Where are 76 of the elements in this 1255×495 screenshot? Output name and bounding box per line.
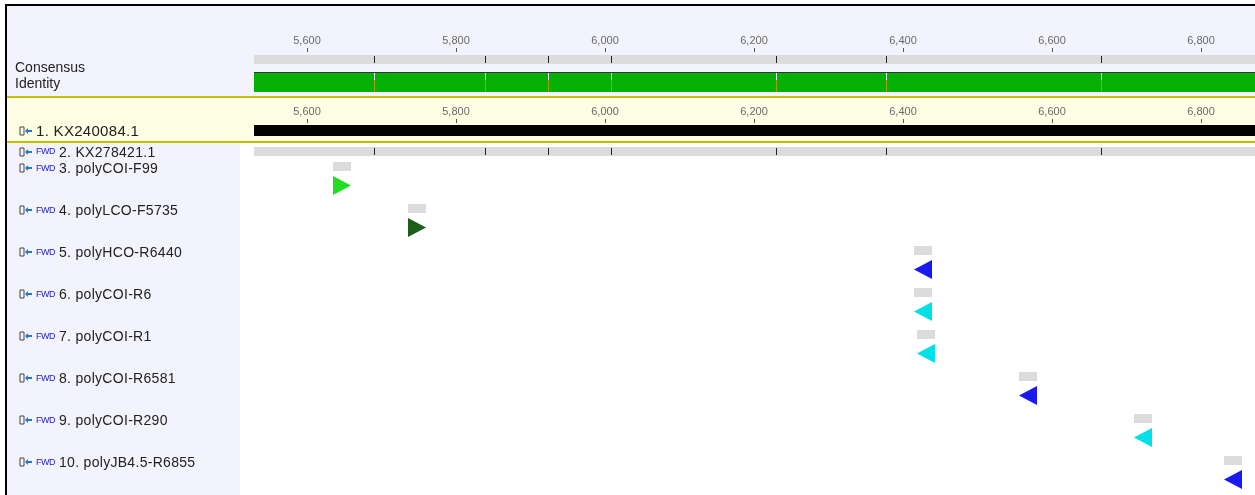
ruler-label: 6,800 xyxy=(1187,106,1215,117)
sequence-row[interactable]: FWD 5. polyHCO-R6440 xyxy=(7,244,1255,286)
sequence-name[interactable]: 6. polyCOI-R6 xyxy=(59,287,152,301)
direction-tag: FWD xyxy=(36,289,55,299)
ruler-tick xyxy=(456,48,457,52)
ruler-tick xyxy=(754,48,755,52)
ruler-label: 5,800 xyxy=(442,35,470,46)
sequence-name[interactable]: 1. KX240084.1 xyxy=(36,123,140,138)
primer-bar xyxy=(914,246,932,255)
direction-tag: FWD xyxy=(36,163,55,173)
direction-tag: FWD xyxy=(36,247,55,257)
ruler-label: 6,200 xyxy=(740,35,768,46)
ruler-label: 6,600 xyxy=(1038,106,1066,117)
ruler-label: 6,600 xyxy=(1038,35,1066,46)
sequence-icon xyxy=(19,289,33,299)
primer-bar xyxy=(1019,372,1037,381)
ruler-tick xyxy=(1201,119,1202,123)
primer-bar xyxy=(333,162,351,171)
ruler-label: 6,400 xyxy=(889,106,917,117)
direction-tag: FWD xyxy=(36,457,55,467)
ruler-tick xyxy=(1201,48,1202,52)
ruler-tick xyxy=(456,119,457,123)
sequence-icon xyxy=(19,457,33,467)
ruler-label: 5,600 xyxy=(293,106,321,117)
sequence-row[interactable]: FWD 6. polyCOI-R6 xyxy=(7,286,1255,328)
sequence-row[interactable]: FWD 7. polyCOI-R1 xyxy=(7,328,1255,370)
primer-bar xyxy=(917,330,935,339)
sequence-name[interactable]: 3. polyCOI-F99 xyxy=(59,161,159,175)
sequence-icon xyxy=(19,205,33,215)
sequence-name[interactable]: 7. polyCOI-R1 xyxy=(59,329,152,343)
sequence-row[interactable]: FWD 10. polyJB4.5-R6855 xyxy=(7,454,1255,495)
ruler-tick xyxy=(903,119,904,123)
sequence-name[interactable]: 8. polyCOI-R6581 xyxy=(59,371,176,385)
sequence-name[interactable]: 10. polyJB4.5-R6855 xyxy=(59,455,196,469)
sequence-name[interactable]: 5. polyHCO-R6440 xyxy=(59,245,183,259)
direction-tag: FWD xyxy=(36,373,55,383)
ruler-tick xyxy=(903,48,904,52)
ruler-label: 6,200 xyxy=(740,106,768,117)
sequence-name[interactable]: 9. polyCOI-R290 xyxy=(59,413,168,427)
sequence-name[interactable]: 4. polyLCO-F5735 xyxy=(59,203,179,217)
sequence-icon xyxy=(19,146,33,157)
ruler-label: 6,400 xyxy=(889,35,917,46)
track-label: Consensus xyxy=(15,59,87,75)
sequence-row[interactable]: FWD 9. polyCOI-R290 xyxy=(7,412,1255,454)
ruler-tick xyxy=(307,119,308,123)
ruler-label: 5,800 xyxy=(442,106,470,117)
track-label: Identity xyxy=(15,75,62,91)
sequence-icon xyxy=(19,125,33,136)
ruler-label: 6,000 xyxy=(591,106,619,117)
sequence-name[interactable]: 2. KX278421.1 xyxy=(59,144,156,159)
sequence-icon xyxy=(19,415,33,425)
primer-bar xyxy=(408,204,426,213)
direction-tag: FWD xyxy=(36,205,55,215)
sequence-row[interactable]: FWD 3. polyCOI-F99 xyxy=(7,160,1255,202)
ruler-tick xyxy=(605,48,606,52)
direction-tag: FWD xyxy=(36,147,55,156)
ruler-tick xyxy=(1052,48,1053,52)
sequence-icon xyxy=(19,331,33,341)
ruler-label: 5,600 xyxy=(293,35,321,46)
sequence-icon xyxy=(19,373,33,383)
sequence-row[interactable]: FWD 8. polyCOI-R6581 xyxy=(7,370,1255,412)
sequence-row[interactable]: 1. KX240084.1 5,600 5,800 6,000 6,200 6,400 6,600 6,800 xyxy=(7,96,1255,143)
ruler-tick xyxy=(754,119,755,123)
ruler-tick xyxy=(1052,119,1053,123)
primer-bar xyxy=(1134,414,1152,423)
ruler-label: 6,800 xyxy=(1187,35,1215,46)
sequence-row[interactable]: FWD 4. polyLCO-F5735 xyxy=(7,202,1255,244)
ruler-tick xyxy=(307,48,308,52)
sequence-icon xyxy=(19,247,33,257)
direction-tag: FWD xyxy=(36,331,55,341)
direction-tag: FWD xyxy=(36,415,55,425)
sequence-icon xyxy=(19,163,33,173)
ruler-tick xyxy=(605,119,606,123)
primer-bar xyxy=(914,288,932,297)
ruler-label: 6,000 xyxy=(591,35,619,46)
primer-bar xyxy=(1224,456,1242,465)
